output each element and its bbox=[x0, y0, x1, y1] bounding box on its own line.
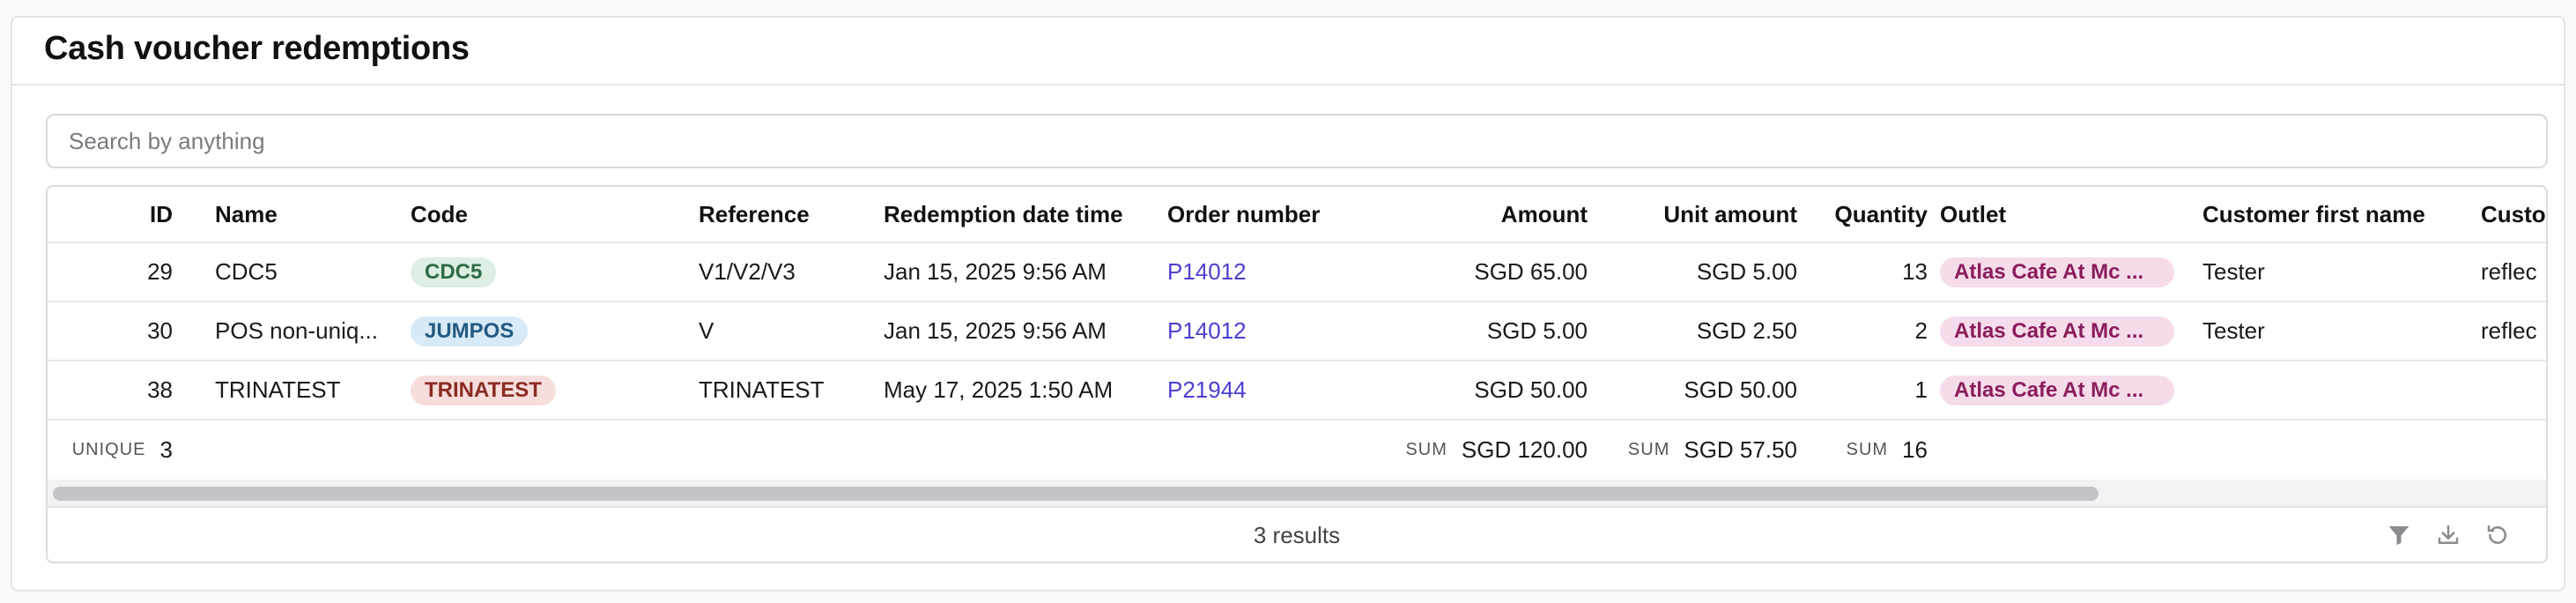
cell-order-number: P21944 bbox=[1157, 361, 1368, 419]
cell-reference: V1/V2/V3 bbox=[699, 258, 796, 285]
column-header-quantity[interactable]: Quantity bbox=[1818, 187, 1938, 242]
filter-icon[interactable] bbox=[2386, 522, 2412, 548]
aggregate-label: SUM bbox=[1627, 440, 1670, 459]
cell-unit-amount: SGD 5.00 bbox=[1696, 258, 1797, 285]
table-row[interactable]: 38 TRINATEST TRINATEST TRINATEST May 17,… bbox=[48, 361, 2546, 421]
cell-customer-first-name: Tester bbox=[2202, 258, 2265, 285]
table-row[interactable]: 29 CDC5 CDC5 V1/V2/V3 Jan 15, 2025 9:56 … bbox=[48, 243, 2546, 302]
aggregate-label: SUM bbox=[1405, 440, 1447, 459]
search-input[interactable] bbox=[46, 114, 2548, 168]
cell-customer-extra: reflec bbox=[2481, 317, 2537, 344]
cell-outlet: Atlas Cafe At Mc ... bbox=[1929, 243, 2185, 301]
aggregate-row: UNIQUE 3 SUM SGD 120.00 SUM SGD 57.50 SU… bbox=[48, 421, 2546, 480]
aggregate-unit-amount: SUM SGD 57.50 bbox=[1612, 421, 1808, 480]
column-header-id[interactable]: ID bbox=[136, 187, 183, 242]
cell-id: 29 bbox=[147, 258, 173, 285]
cell-code: CDC5 bbox=[400, 243, 664, 301]
cell-reference: V bbox=[699, 317, 714, 344]
code-badge: CDC5 bbox=[411, 257, 497, 287]
column-header-outlet[interactable]: Outlet bbox=[1929, 187, 2185, 242]
cell-order-number: P14012 bbox=[1157, 243, 1368, 301]
column-header-name[interactable]: Name bbox=[204, 187, 381, 242]
table-row[interactable]: 30 POS non-uniq... JUMPOS V Jan 15, 2025… bbox=[48, 302, 2546, 361]
outlet-badge: Atlas Cafe At Mc ... bbox=[1940, 375, 2174, 406]
data-grid: ID Name Code Reference Redemption date t… bbox=[46, 185, 2548, 563]
cell-outlet: Atlas Cafe At Mc ... bbox=[1929, 361, 2185, 419]
cell-customer-extra: reflec bbox=[2481, 258, 2537, 285]
aggregate-value: SGD 57.50 bbox=[1684, 436, 1797, 463]
cell-amount: SGD 5.00 bbox=[1486, 317, 1588, 344]
cell-quantity: 1 bbox=[1914, 376, 1928, 403]
order-number-link[interactable]: P14012 bbox=[1167, 258, 1247, 286]
column-header-order-number[interactable]: Order number bbox=[1157, 187, 1368, 242]
horizontal-scrollbar[interactable] bbox=[48, 480, 2546, 508]
cell-amount: SGD 65.00 bbox=[1474, 258, 1588, 285]
cell-name: POS non-uniq... bbox=[215, 317, 378, 344]
column-header-code[interactable]: Code bbox=[400, 187, 664, 242]
aggregate-id: UNIQUE 3 bbox=[48, 421, 183, 480]
cell-quantity: 13 bbox=[1902, 258, 1928, 285]
aggregate-label: UNIQUE bbox=[71, 440, 146, 459]
scrollbar-thumb[interactable] bbox=[53, 487, 2099, 501]
cell-code: JUMPOS bbox=[400, 302, 664, 360]
column-header-unit-amount[interactable]: Unit amount bbox=[1612, 187, 1808, 242]
cell-name: CDC5 bbox=[215, 258, 278, 285]
reset-icon[interactable] bbox=[2484, 522, 2511, 548]
cell-id: 30 bbox=[147, 317, 173, 344]
outlet-badge: Atlas Cafe At Mc ... bbox=[1940, 257, 2174, 287]
cell-customer-first-name bbox=[2192, 361, 2465, 419]
cell-code: TRINATEST bbox=[400, 361, 664, 419]
column-header-customer-first-name[interactable]: Customer first name bbox=[2192, 187, 2465, 242]
cell-unit-amount: SGD 2.50 bbox=[1696, 317, 1797, 344]
order-number-link[interactable]: P21944 bbox=[1167, 376, 1247, 404]
cell-order-number: P14012 bbox=[1157, 302, 1368, 360]
aggregate-value: SGD 120.00 bbox=[1461, 436, 1588, 463]
page-title: Cash voucher redemptions bbox=[44, 30, 470, 67]
aggregate-value: 3 bbox=[159, 436, 173, 463]
cell-unit-amount: SGD 50.00 bbox=[1684, 376, 1797, 403]
table-header-row: ID Name Code Reference Redemption date t… bbox=[48, 187, 2546, 243]
card-header: Cash voucher redemptions bbox=[12, 18, 2564, 86]
column-header-customer-extra[interactable]: Custo bbox=[2470, 187, 2546, 242]
table-footer: 3 results bbox=[48, 508, 2546, 562]
aggregate-label: SUM bbox=[1846, 440, 1889, 459]
cell-name: TRINATEST bbox=[215, 376, 341, 403]
order-number-link[interactable]: P14012 bbox=[1167, 317, 1247, 345]
column-header-redemption-date[interactable]: Redemption date time bbox=[873, 187, 1146, 242]
cell-customer-first-name: Tester bbox=[2202, 317, 2265, 344]
cell-customer-extra bbox=[2470, 361, 2546, 419]
code-badge: JUMPOS bbox=[411, 316, 529, 346]
outlet-badge: Atlas Cafe At Mc ... bbox=[1940, 316, 2174, 346]
cell-reference: TRINATEST bbox=[699, 376, 825, 403]
cell-quantity: 2 bbox=[1914, 317, 1928, 344]
column-header-reference[interactable]: Reference bbox=[688, 187, 864, 242]
cell-amount: SGD 50.00 bbox=[1474, 376, 1588, 403]
download-icon[interactable] bbox=[2435, 522, 2461, 548]
cell-redemption-date: May 17, 2025 1:50 AM bbox=[884, 376, 1114, 403]
results-count: 3 results bbox=[1253, 522, 1341, 548]
code-badge: TRINATEST bbox=[411, 375, 556, 406]
column-header-amount[interactable]: Amount bbox=[1404, 187, 1598, 242]
cell-redemption-date: Jan 15, 2025 9:56 AM bbox=[884, 317, 1107, 344]
cell-redemption-date: Jan 15, 2025 9:56 AM bbox=[884, 258, 1107, 285]
cell-id: 38 bbox=[147, 376, 173, 403]
aggregate-value: 16 bbox=[1902, 436, 1928, 463]
cell-outlet: Atlas Cafe At Mc ... bbox=[1929, 302, 2185, 360]
aggregate-amount: SUM SGD 120.00 bbox=[1404, 421, 1598, 480]
aggregate-quantity: SUM 16 bbox=[1818, 421, 1938, 480]
redemptions-card: Cash voucher redemptions ID Name Code Re… bbox=[11, 16, 2565, 592]
